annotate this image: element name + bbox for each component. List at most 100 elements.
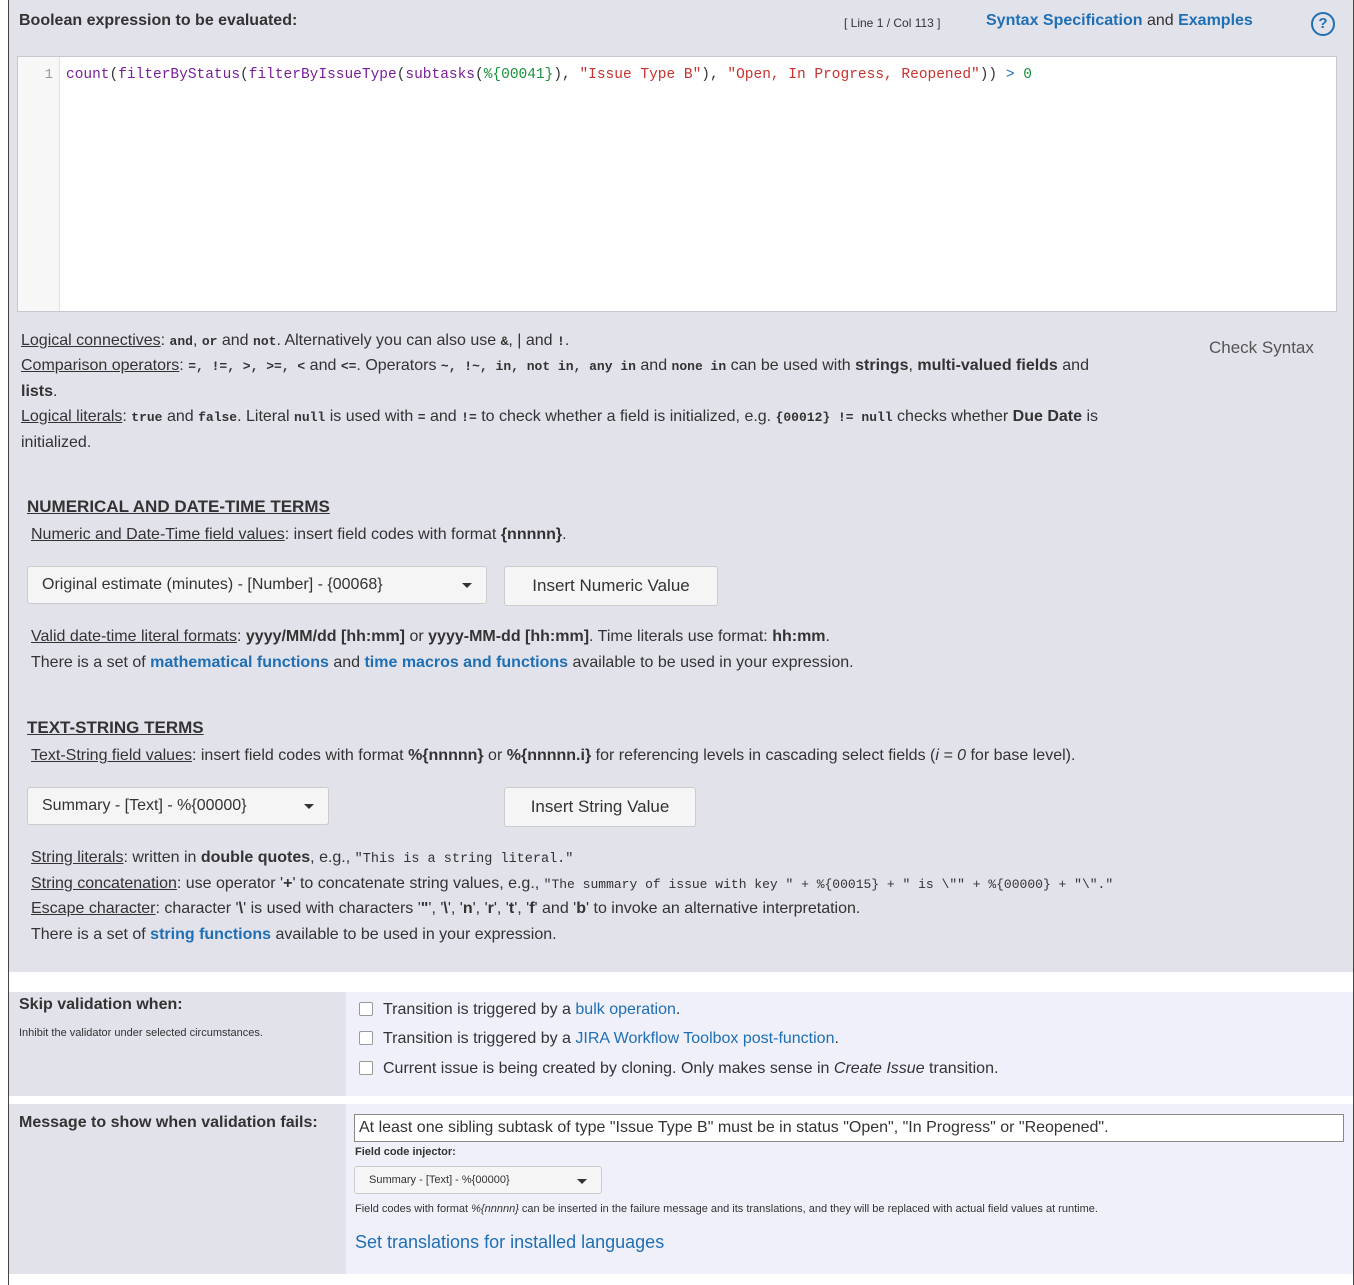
code-token: count [66,67,110,83]
code-token: filterByIssueType [248,67,397,83]
help-text: and [425,408,462,425]
skip-validation-label-cell: Skip validation when: Inhibit the valida… [9,992,344,1096]
help-bold: yyyy-MM-dd [hh:mm] [428,628,590,645]
note-italic: %{nnnnn} [471,1203,519,1215]
help-bold: hh:mm [772,628,826,645]
set-translations-link[interactable]: Set translations for installed languages [355,1232,664,1253]
help-text: available to be used in your expression. [568,654,854,671]
help-text: for referencing levels in cascading sele… [591,747,936,764]
syntax-specification-link[interactable]: Syntax Specification [986,12,1143,29]
editor-gutter: 1 [18,57,60,311]
help-text: can be used with [726,357,856,374]
numerical-section-title: NUMERICAL AND DATE-TIME TERMS [27,497,330,516]
syntax-links: Syntax Specification and Examples [986,12,1253,30]
skip-option-cloning[interactable]: Current issue is being created by clonin… [359,1060,998,1078]
help-text: or [405,628,429,645]
help-text: and [328,654,365,671]
date-time-formats-help: Valid date-time literal formats: yyyy/MM… [31,624,830,649]
help-code: false [198,410,238,425]
checkbox[interactable] [359,1061,373,1075]
help-bold: yyyy/MM/dd [hh:mm] [245,628,406,645]
checkbox[interactable] [359,1002,373,1016]
and-text: and [1146,12,1174,29]
help-text: : [179,357,189,374]
help-code: ! [557,334,565,349]
help-label: Valid date-time literal formats [31,628,237,645]
help-label: String concatenation [31,875,177,892]
expression-title: Boolean expression to be evaluated: [19,12,298,29]
numeric-field-select[interactable]: Original estimate (minutes) - [Number] -… [27,566,487,604]
help-code: =, !=, >, >=, < [188,359,306,374]
note-text: can be inserted in the failure message a… [518,1203,1098,1215]
help-text: . Time literals use format: [589,628,773,645]
insert-numeric-value-button[interactable]: Insert Numeric Value [504,566,718,606]
message-input-cell: At least one sibling subtask of type "Is… [346,1104,1353,1274]
help-text: : [160,332,170,349]
message-title: Message to show when validation fails: [19,1114,318,1131]
help-text: . [825,628,830,645]
help-code: none in [671,359,727,374]
field-code-injector-select[interactable]: Summary - [Text] - %{00000} [354,1166,602,1194]
insert-string-value-button[interactable]: Insert String Value [504,787,696,827]
time-macros-link[interactable]: time macros and functions [364,654,568,671]
help-icon[interactable]: ? [1311,12,1335,36]
help-code: null [294,410,326,425]
numeric-field-values-help: Numeric and Date-Time field values: inse… [31,522,567,547]
jira-workflow-toolbox-link[interactable]: JIRA Workflow Toolbox post-function [575,1030,834,1047]
chevron-down-icon [304,804,314,809]
help-text: and [217,332,254,349]
help-text: : insert field codes with format [284,526,501,543]
message-row: Message to show when validation fails: A… [9,1104,1353,1274]
numeric-field-select-value: Original estimate (minutes) - [Number] -… [42,576,383,593]
checkbox[interactable] [359,1031,373,1045]
field-code-injector-label: Field code injector: [355,1146,456,1158]
expression-panel: Boolean expression to be evaluated: [ Li… [9,0,1353,972]
expression-editor[interactable]: 1 count(filterByStatus(filterByIssueType… [17,56,1337,312]
string-functions-link[interactable]: string functions [150,926,271,943]
text-field-select[interactable]: Summary - [Text] - %{00000} [27,787,329,825]
option-text: . [675,1001,681,1018]
help-code: {00012} != null [775,410,893,425]
help-text: , | and [508,332,558,349]
option-text: . [834,1030,839,1047]
text-section-title: TEXT-STRING TERMS [27,718,204,737]
help-label: Numeric and Date-Time field values [31,526,285,543]
code-token: > [1005,67,1015,83]
numeric-functions-help: There is a set of mathematical functions… [31,650,854,675]
help-code: or [201,334,218,349]
failure-message-input[interactable]: At least one sibling subtask of type "Is… [354,1114,1344,1142]
help-code: != [461,410,477,425]
code-token: 0 [1023,67,1032,83]
code-token: %{00041} [483,67,554,83]
help-label: Text-String field values [31,747,192,764]
option-italic: Create Issue [833,1060,925,1077]
code-token: ( [475,67,484,83]
help-text: and [1057,357,1089,374]
help-text: ' to concatenate string values, e.g., [292,875,544,892]
logical-literals-help: Logical literals: true and false. Litera… [17,404,1117,455]
skip-option-post-function[interactable]: Transition is triggered by a JIRA Workfl… [359,1030,839,1048]
help-label: Escape character [31,900,156,917]
check-syntax-button[interactable]: Check Syntax [1209,338,1314,358]
help-text: ', ' [514,900,530,917]
cursor-position: [ Line 1 / Col 113 ] [844,16,941,30]
option-text: transition. [924,1060,999,1077]
option-text: Transition is triggered by a [383,1030,576,1047]
help-code: not [253,334,277,349]
code-token: ), [553,67,580,83]
message-label-cell: Message to show when validation fails: [9,1104,344,1274]
help-bold: strings [855,357,909,374]
bulk-operation-link[interactable]: bulk operation [575,1001,676,1018]
field-code-note: Field codes with format %{nnnnn} can be … [355,1203,1098,1215]
examples-link[interactable]: Examples [1178,12,1253,29]
help-text: . Alternatively you can also use [276,332,501,349]
help-text: is used with [325,408,418,425]
skip-option-bulk[interactable]: Transition is triggered by a bulk operat… [359,1001,680,1019]
mathematical-functions-link[interactable]: mathematical functions [150,654,329,671]
help-text: . Literal [237,408,295,425]
help-text: : use operator ' [176,875,284,892]
string-literals-help: String literals: written in double quote… [31,845,573,872]
help-code: ~, !~, in, not in, any in [440,359,636,374]
help-text: : insert field codes with format [191,747,409,764]
help-text: checks whether [892,408,1013,425]
